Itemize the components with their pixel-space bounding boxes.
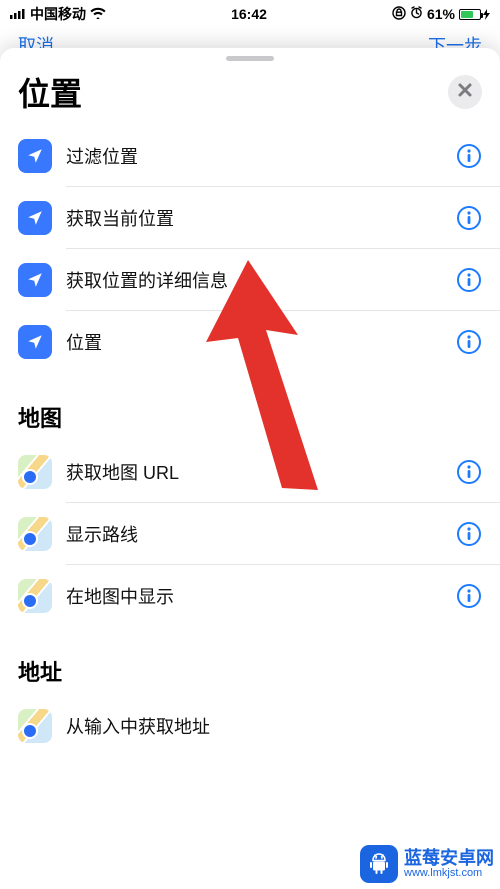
status-right: 61% [392, 6, 490, 23]
info-button[interactable] [456, 521, 482, 547]
location-arrow-icon [18, 263, 52, 297]
row-maps-show[interactable]: 在地图中显示 [0, 565, 500, 627]
action-sheet: 位置 过滤位置 获取当前位置 [0, 48, 500, 889]
sheet-header: 位置 [0, 63, 500, 125]
watermark-url: www.lmkjst.com [404, 868, 494, 880]
row-label: 获取位置的详细信息 [66, 267, 442, 293]
row-label: 获取当前位置 [66, 205, 442, 231]
close-button[interactable] [448, 75, 482, 109]
row-label: 显示路线 [66, 521, 442, 547]
row-label: 获取地图 URL [66, 459, 442, 485]
location-arrow-icon [18, 201, 52, 235]
watermark: 蓝莓安卓网 www.lmkjst.com [360, 845, 494, 883]
section-maps: 地图 获取地图 URL 显示路线 在地图中显示 [0, 373, 500, 627]
status-left: 中国移动 [10, 4, 106, 24]
location-arrow-icon [18, 325, 52, 359]
battery-icon [459, 9, 490, 20]
row-get-location-details[interactable]: 获取位置的详细信息 [0, 249, 500, 311]
row-get-current-location[interactable]: 获取当前位置 [0, 187, 500, 249]
maps-icon [18, 455, 52, 489]
section-location: 过滤位置 获取当前位置 获取位置的详细信息 [0, 125, 500, 373]
close-icon [457, 82, 473, 103]
maps-icon [18, 579, 52, 613]
row-label: 从输入中获取地址 [66, 713, 482, 739]
section-header-maps: 地图 [0, 373, 500, 441]
info-button[interactable] [456, 143, 482, 169]
row-address-frominput[interactable]: 从输入中获取地址 [0, 695, 500, 757]
info-button[interactable] [456, 205, 482, 231]
row-label: 过滤位置 [66, 143, 442, 169]
wifi-icon [90, 6, 106, 22]
signal-icon [10, 6, 26, 22]
info-button[interactable] [456, 329, 482, 355]
status-time: 16:42 [231, 6, 267, 22]
battery-pct: 61% [427, 6, 455, 22]
watermark-name: 蓝莓安卓网 [404, 849, 494, 868]
location-arrow-icon [18, 139, 52, 173]
maps-icon [18, 709, 52, 743]
maps-icon [18, 517, 52, 551]
row-maps-route[interactable]: 显示路线 [0, 503, 500, 565]
carrier-label: 中国移动 [30, 4, 86, 24]
info-button[interactable] [456, 459, 482, 485]
android-icon [360, 845, 398, 883]
row-label: 在地图中显示 [66, 583, 442, 609]
section-address: 地址 从输入中获取地址 [0, 627, 500, 757]
row-filter-location[interactable]: 过滤位置 [0, 125, 500, 187]
alarm-icon [410, 6, 423, 22]
action-list: 过滤位置 获取当前位置 获取位置的详细信息 [0, 125, 500, 889]
row-label: 位置 [66, 329, 442, 355]
status-bar: 中国移动 16:42 61% [0, 0, 500, 28]
orientation-lock-icon [392, 6, 406, 23]
row-maps-url[interactable]: 获取地图 URL [0, 441, 500, 503]
section-header-address: 地址 [0, 627, 500, 695]
sheet-grabber[interactable] [226, 56, 274, 61]
info-button[interactable] [456, 267, 482, 293]
info-button[interactable] [456, 583, 482, 609]
sheet-title: 位置 [18, 69, 82, 115]
row-location[interactable]: 位置 [0, 311, 500, 373]
